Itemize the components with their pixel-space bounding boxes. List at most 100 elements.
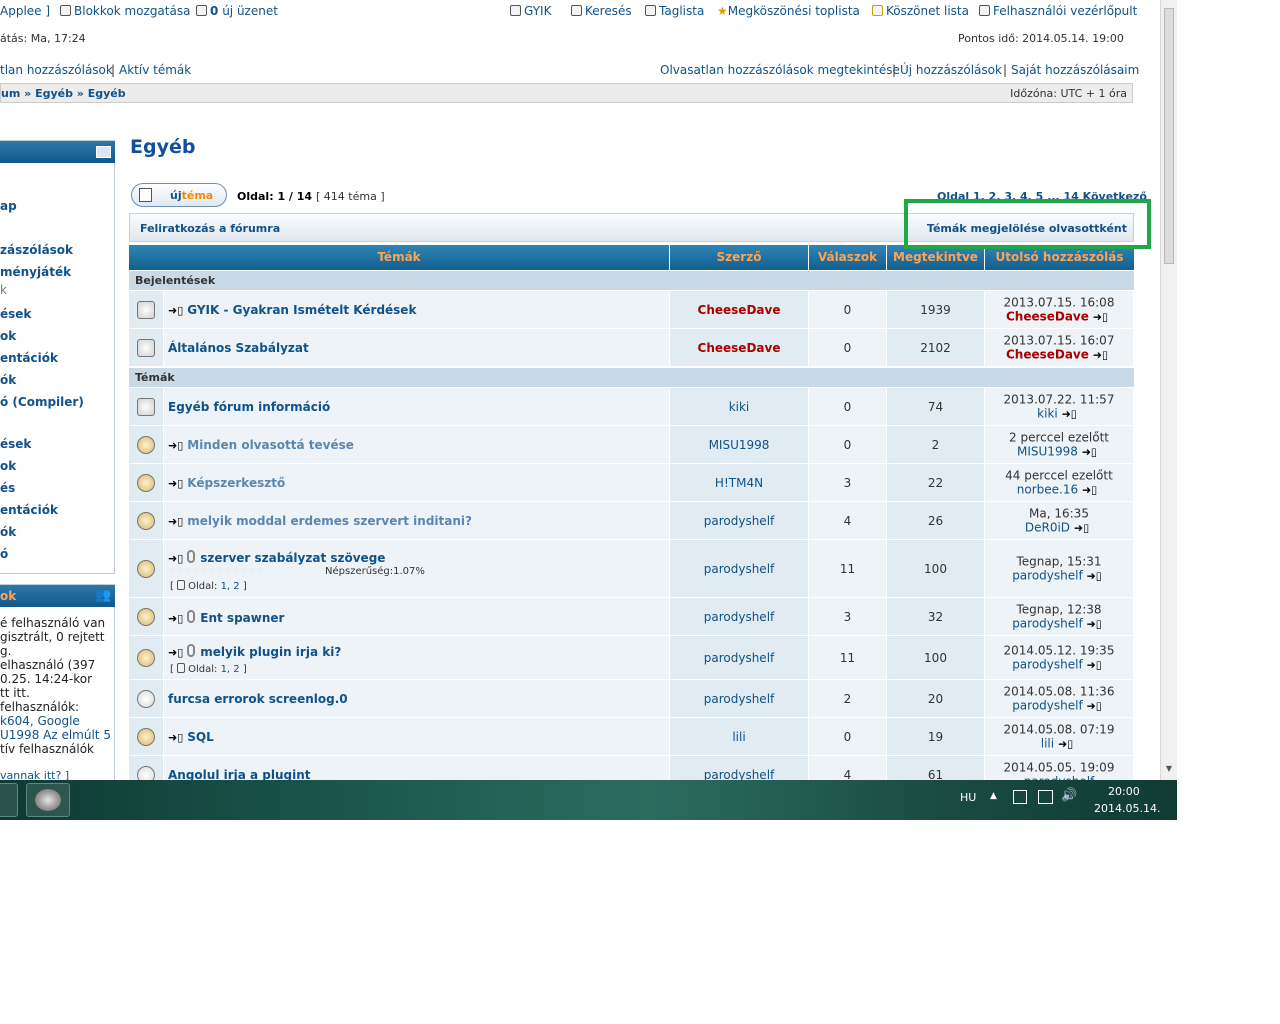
goto-new-icon[interactable]: ➜▯: [168, 646, 183, 659]
user-link[interactable]: Applee ]: [0, 4, 50, 18]
goto-last-icon[interactable]: ➜▯: [1093, 309, 1108, 324]
memberlist-link[interactable]: Taglista: [645, 4, 704, 18]
author-link[interactable]: parodyshelf: [670, 514, 808, 528]
faq-link[interactable]: GYIK: [510, 4, 551, 18]
active-topics-link[interactable]: Aktív témák: [119, 63, 191, 77]
author-link[interactable]: H!TM4N: [670, 476, 808, 490]
last-poster-link[interactable]: DeR0iD: [1025, 520, 1070, 534]
user-cp-link[interactable]: Felhasználói vezérlőpult: [979, 4, 1137, 18]
author-link[interactable]: parodyshelf: [670, 768, 808, 780]
sidebar-item[interactable]: ó (Compiler): [0, 395, 84, 409]
collapse-icon[interactable]: [96, 146, 111, 158]
table-row[interactable]: furcsa errorok screenlog.0 parodyshelf 2…: [129, 680, 1134, 718]
goto-new-icon[interactable]: ➜▯: [168, 731, 183, 744]
sidebar-item[interactable]: ók: [0, 373, 16, 387]
topic-title-link[interactable]: Minden olvasottá tevése: [187, 438, 354, 452]
goto-last-icon[interactable]: ➜▯: [1093, 347, 1108, 362]
goto-new-icon[interactable]: ➜▯: [168, 304, 183, 317]
thanks-list-link[interactable]: Köszönet lista: [872, 4, 969, 18]
taskbar-app-button[interactable]: [0, 783, 18, 817]
author-link[interactable]: parodyshelf: [670, 610, 808, 624]
thanks-toplist-link[interactable]: ★Megköszönési toplista: [717, 4, 860, 18]
goto-last-icon[interactable]: ➜▯: [1087, 616, 1102, 631]
author-link[interactable]: CheeseDave: [670, 341, 808, 355]
vertical-scrollbar[interactable]: ▼: [1160, 0, 1177, 780]
sidebar-item[interactable]: entációk: [0, 351, 58, 365]
table-row[interactable]: ➜▯ GYIK - Gyakran Ismételt Kérdések Chees…: [129, 291, 1134, 329]
topic-title-link[interactable]: Általános Szabályzat: [168, 341, 309, 355]
sidebar-item[interactable]: ményjáték: [0, 265, 71, 279]
sidebar-item[interactable]: ó: [0, 547, 8, 561]
author-link[interactable]: CheeseDave: [670, 303, 808, 317]
search-link[interactable]: Keresés: [571, 4, 632, 18]
goto-last-icon[interactable]: ➜▯: [1062, 406, 1077, 421]
language-indicator[interactable]: HU: [960, 791, 976, 804]
clock-date[interactable]: 2014.05.14.: [1094, 802, 1160, 815]
steam-taskbar-button[interactable]: [26, 783, 70, 817]
last-poster-link[interactable]: norbee.16: [1017, 482, 1078, 496]
goto-new-icon[interactable]: ➜▯: [168, 515, 183, 528]
view-unread-link[interactable]: Olvasatlan hozzászólások megtekintése: [660, 63, 900, 77]
topic-title-link[interactable]: Angolul irja a plugint: [168, 768, 311, 780]
last-poster-link[interactable]: kiki: [1037, 406, 1058, 420]
scroll-down-arrow-icon[interactable]: ▼: [1164, 764, 1174, 774]
author-link[interactable]: parodyshelf: [670, 562, 808, 576]
topic-title-link[interactable]: furcsa errorok screenlog.0: [168, 692, 348, 706]
scrollbar-thumb[interactable]: [1164, 8, 1174, 264]
sidebar-item[interactable]: entációk: [0, 503, 58, 517]
topic-title-link[interactable]: GYIK - Gyakran Ismételt Kérdések: [187, 303, 416, 317]
goto-last-icon[interactable]: ➜▯: [1087, 698, 1102, 713]
sidebar-item[interactable]: ok: [0, 459, 16, 473]
topic-title-link[interactable]: Képszerkesztő: [187, 476, 285, 490]
unread-posts-link[interactable]: tlan hozzászólások: [0, 63, 113, 77]
table-row[interactable]: Általános Szabályzat CheeseDave 0 2102 2…: [129, 329, 1134, 367]
table-row[interactable]: ➜▯ Képszerkesztő H!TM4N 3 22 44 perccel e…: [129, 464, 1134, 502]
breadcrumb-item-forum[interactable]: Egyéb: [88, 87, 126, 100]
author-link[interactable]: MISU1998: [670, 438, 808, 452]
topic-title-link[interactable]: SQL: [187, 730, 214, 744]
table-row[interactable]: ➜▯ szerver szabályzat szövege ☆☆☆☆☆☆☆☆☆☆☆…: [129, 540, 1134, 598]
own-posts-link[interactable]: Saját hozzászólásaim: [1011, 63, 1139, 77]
topic-title-link[interactable]: Ent spawner: [200, 611, 284, 625]
topic-title-link[interactable]: Egyéb fórum információ: [168, 400, 330, 414]
topic-title-link[interactable]: melyik plugin irja ki?: [200, 645, 341, 659]
clock-time[interactable]: 20:00: [1108, 785, 1140, 798]
author-link[interactable]: parodyshelf: [670, 692, 808, 706]
goto-last-icon[interactable]: ➜▯: [1087, 568, 1102, 583]
sidebar-item[interactable]: és: [0, 481, 15, 495]
new-topic-button[interactable]: újtéma: [131, 183, 227, 207]
breadcrumb-item-index[interactable]: um: [1, 87, 20, 100]
author-link[interactable]: parodyshelf: [670, 651, 808, 665]
action-center-flag-icon[interactable]: [1013, 790, 1027, 804]
author-link[interactable]: lili: [670, 730, 808, 744]
table-row[interactable]: Angolul irja a plugint parodyshelf 4 61 …: [129, 756, 1134, 780]
last-poster-link[interactable]: lili: [1041, 736, 1054, 750]
show-hidden-icons-icon[interactable]: ▲: [990, 791, 997, 801]
sidebar-item[interactable]: ok: [0, 329, 16, 343]
last-poster-link[interactable]: CheeseDave: [1006, 309, 1089, 323]
goto-last-icon[interactable]: ➜▯: [1082, 444, 1097, 459]
move-blocks-link[interactable]: Blokkok mozgatása: [60, 4, 190, 18]
network-icon[interactable]: [1038, 790, 1053, 804]
last-poster-link[interactable]: CheeseDave: [1006, 347, 1089, 361]
goto-new-icon[interactable]: ➜▯: [168, 477, 183, 490]
last-poster-link[interactable]: MISU1998: [1017, 444, 1078, 458]
breadcrumb-item-category[interactable]: Egyéb: [35, 87, 73, 100]
table-row[interactable]: ➜▯ SQL lili 0 19 2014.05.08. 07:19 lili ➜▯: [129, 718, 1134, 756]
sidebar-item[interactable]: k: [0, 283, 7, 297]
sidebar-item[interactable]: ések: [0, 307, 31, 321]
sidebar-item[interactable]: ések: [0, 437, 31, 451]
last-poster-link[interactable]: parodyshelf: [1012, 568, 1083, 582]
goto-new-icon[interactable]: ➜▯: [168, 439, 183, 452]
table-row[interactable]: Egyéb fórum információ kiki 0 74 2013.07…: [129, 388, 1134, 426]
last-poster-link[interactable]: parodyshelf: [1012, 698, 1083, 712]
sidebar-item[interactable]: ók: [0, 525, 16, 539]
new-posts-link[interactable]: Új hozzászólások: [900, 63, 1002, 77]
table-row[interactable]: ➜▯ Minden olvasottá tevése MISU1998 0 2 2…: [129, 426, 1134, 464]
table-row[interactable]: ➜▯ Ent spawner parodyshelf 3 32 Tegnap, 1…: [129, 598, 1134, 636]
sidebar-item[interactable]: ap: [0, 199, 17, 213]
table-row[interactable]: ➜▯ melyik moddal erdemes szervert inditan…: [129, 502, 1134, 540]
author-link[interactable]: kiki: [670, 400, 808, 414]
messages-link[interactable]: 0 új üzenet: [196, 4, 278, 18]
last-poster-link[interactable]: parodyshelf: [1012, 616, 1083, 630]
